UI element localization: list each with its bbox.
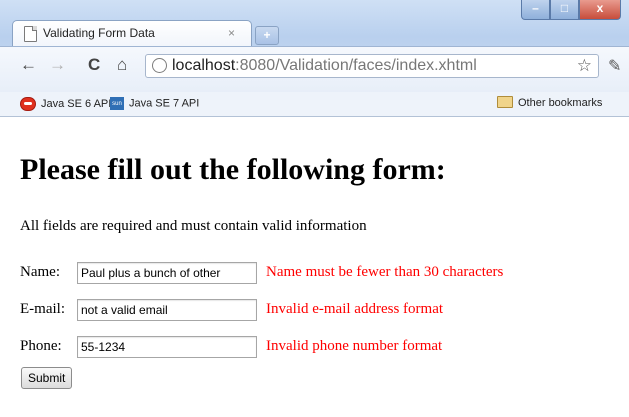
url-host: localhost [172, 57, 236, 74]
other-bookmarks-label: Other bookmarks [518, 97, 603, 109]
email-input[interactable] [77, 299, 257, 321]
back-icon[interactable]: ← [20, 55, 37, 75]
email-label: E-mail: [20, 301, 65, 317]
browser-toolbar: ← → C ⌂ localhost:8080/Validation/faces/… [0, 46, 629, 93]
tab-title: Validating Form Data [43, 26, 155, 40]
bookmark-java-se-7[interactable]: sun Java SE 7 API [110, 97, 199, 110]
window-controls: – □ x [521, 0, 621, 20]
page-icon [24, 26, 37, 42]
minimize-button[interactable]: – [521, 0, 550, 20]
page-content: Please fill out the following form: All … [0, 117, 629, 417]
bookmark-label: Java SE 7 API [129, 97, 200, 110]
bookmark-label: Java SE 6 API [41, 97, 112, 110]
name-input[interactable] [77, 262, 257, 284]
close-window-button[interactable]: x [579, 0, 621, 20]
bookmark-star-icon[interactable]: ☆ [577, 56, 592, 76]
browser-tab[interactable]: Validating Form Data × [12, 20, 252, 47]
name-label: Name: [20, 264, 60, 280]
forward-icon[interactable]: → [49, 55, 66, 75]
submit-button[interactable]: Submit [21, 367, 73, 389]
page-heading: Please fill out the following form: [20, 153, 446, 186]
tab-close-icon[interactable]: × [228, 26, 235, 40]
new-tab-button[interactable]: + [255, 26, 279, 45]
name-error: Name must be fewer than 30 characters [266, 264, 504, 280]
wrench-icon[interactable]: ✎ [608, 56, 621, 76]
maximize-button[interactable]: □ [550, 0, 579, 20]
folder-icon [497, 96, 513, 109]
instructions-text: All fields are required and must contain… [20, 218, 367, 234]
address-bar[interactable]: localhost:8080/Validation/faces/index.xh… [145, 54, 599, 78]
title-bar: Validating Form Data × + – □ x [0, 0, 629, 47]
bookmark-java-se-6[interactable]: Java SE 6 API [20, 97, 111, 111]
url-text: localhost:8080/Validation/faces/index.xh… [172, 57, 477, 75]
url-path: :8080/Validation/faces/index.xhtml [235, 57, 477, 74]
bookmarks-bar: Java SE 6 API sun Java SE 7 API Other boo… [0, 92, 629, 117]
other-bookmarks[interactable]: Other bookmarks [497, 96, 603, 109]
phone-label: Phone: [20, 338, 62, 354]
sun-java-icon: sun [110, 97, 124, 110]
java-icon [20, 97, 36, 111]
page-info-icon[interactable] [152, 58, 167, 73]
phone-error: Invalid phone number format [266, 338, 443, 354]
home-icon[interactable]: ⌂ [117, 55, 127, 75]
email-error: Invalid e-mail address format [266, 301, 444, 317]
phone-input[interactable] [77, 336, 257, 358]
reload-icon[interactable]: C [88, 55, 100, 75]
